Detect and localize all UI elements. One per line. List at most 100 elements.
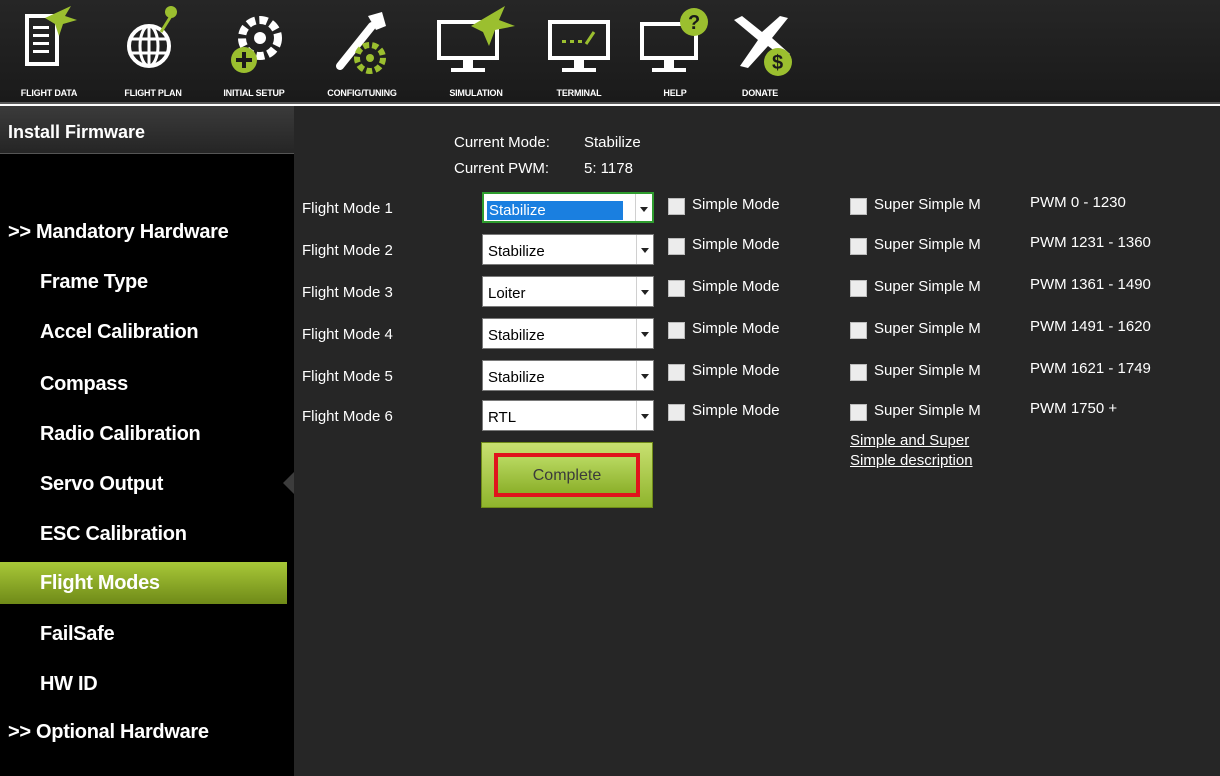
donate-icon: $ xyxy=(734,16,792,76)
sidebar-item-mandatory-hardware[interactable]: >> Mandatory Hardware xyxy=(0,212,287,252)
help-icon: ? xyxy=(640,8,708,72)
simple-description-link-line2[interactable]: Simple description xyxy=(850,452,973,469)
flight-mode-2-select[interactable]: Stabilize xyxy=(482,234,654,265)
pwm-range-3: PWM 1361 - 1490 xyxy=(1030,276,1151,293)
super-simple-4-checkbox[interactable] xyxy=(850,322,867,339)
pwm-range-6: PWM 1750 + xyxy=(1030,400,1118,417)
toolbar-flight-data-label: FLIGHT DATA xyxy=(20,88,78,98)
flight-mode-4-value: Stabilize xyxy=(488,327,545,344)
chevron-down-icon[interactable] xyxy=(636,319,653,348)
mission-planner-window: FLIGHT DATA FLIGHT PLAN INITIAL SETUP CO… xyxy=(0,0,1220,776)
super-simple-5-checkbox[interactable] xyxy=(850,364,867,381)
simple-mode-1-checkbox[interactable] xyxy=(668,198,685,215)
toolbar-flight-plan[interactable]: FLIGHT PLAN xyxy=(104,0,202,104)
super-simple-3-label: Super Simple M xyxy=(874,278,981,295)
toolbar-config-tuning[interactable]: CONFIG/TUNING xyxy=(308,0,416,104)
sidebar-item-radio-calibration[interactable]: Radio Calibration xyxy=(0,414,287,454)
sidebar-header[interactable]: Install Firmware xyxy=(0,106,294,154)
toolbar-terminal[interactable]: TERMINAL xyxy=(536,0,622,104)
chevron-down-icon[interactable] xyxy=(636,235,653,264)
simple-mode-5-checkbox[interactable] xyxy=(668,364,685,381)
sidebar-item-hw-id[interactable]: HW ID xyxy=(0,664,287,704)
toolbar-terminal-label: TERMINAL xyxy=(556,88,602,98)
sidebar-item-flight-modes[interactable]: Flight Modes xyxy=(0,562,287,604)
sidebar-item-label: Radio Calibration xyxy=(40,423,201,445)
simple-mode-4-checkbox[interactable] xyxy=(668,322,685,339)
simple-mode-3-checkbox[interactable] xyxy=(668,280,685,297)
toolbar-simulation[interactable]: SIMULATION xyxy=(428,0,524,104)
sidebar-item-compass[interactable]: Compass xyxy=(0,364,287,404)
flight-mode-4-select[interactable]: Stabilize xyxy=(482,318,654,349)
toolbar-help[interactable]: ? HELP xyxy=(636,0,714,104)
simulation-icon xyxy=(437,6,515,72)
setup-sidebar: Install Firmware >> Mandatory Hardware F… xyxy=(0,106,294,776)
sidebar-item-label: Flight Modes xyxy=(40,572,160,594)
current-pwm-label: Current PWM: xyxy=(454,160,550,177)
chevron-down-icon[interactable] xyxy=(636,401,653,430)
super-simple-4-label: Super Simple M xyxy=(874,320,981,337)
toolbar-donate-label: DONATE xyxy=(741,88,779,98)
complete-button[interactable]: Complete xyxy=(494,453,640,497)
super-simple-6-label: Super Simple M xyxy=(874,402,981,419)
simple-description-link-line1[interactable]: Simple and Super xyxy=(850,432,969,449)
sidebar-item-optional-hardware[interactable]: >> Optional Hardware xyxy=(0,712,287,752)
simple-mode-6-checkbox[interactable] xyxy=(668,404,685,421)
toolbar-flight-plan-label: FLIGHT PLAN xyxy=(124,88,182,98)
flight-mode-1-select[interactable]: Stabilize xyxy=(482,192,654,223)
toolbar-donate[interactable]: $ DONATE xyxy=(720,0,800,104)
super-simple-3-checkbox[interactable] xyxy=(850,280,867,297)
simple-mode-4-label: Simple Mode xyxy=(692,320,780,337)
simple-mode-2-label: Simple Mode xyxy=(692,236,780,253)
sidebar-item-accel-calibration[interactable]: Accel Calibration xyxy=(0,312,287,352)
chevron-down-icon[interactable] xyxy=(636,361,653,390)
flight-mode-3-select[interactable]: Loiter xyxy=(482,276,654,307)
current-mode-label: Current Mode: xyxy=(454,134,550,151)
sidebar-item-label: Compass xyxy=(40,373,128,395)
sidebar-item-label: Accel Calibration xyxy=(40,321,199,343)
super-simple-2-checkbox[interactable] xyxy=(850,238,867,255)
initial-setup-icon xyxy=(231,16,282,73)
pwm-range-4: PWM 1491 - 1620 xyxy=(1030,318,1151,335)
sidebar-header-label: Install Firmware xyxy=(8,122,146,142)
sidebar-item-label: ESC Calibration xyxy=(40,523,187,545)
chevron-down-icon[interactable] xyxy=(636,277,653,306)
sidebar-item-label: >> Mandatory Hardware xyxy=(8,221,229,243)
sidebar-item-label: Servo Output xyxy=(40,473,164,495)
toolbar-flight-data[interactable]: FLIGHT DATA xyxy=(4,0,94,104)
super-simple-2-label: Super Simple M xyxy=(874,236,981,253)
flight-mode-6-select[interactable]: RTL xyxy=(482,400,654,431)
flight-mode-3-label: Flight Mode 3 xyxy=(302,284,393,301)
flight-mode-5-label: Flight Mode 5 xyxy=(302,368,393,385)
current-mode-value: Stabilize xyxy=(584,134,641,151)
toolbar-simulation-label: SIMULATION xyxy=(449,88,503,98)
super-simple-1-label: Super Simple M xyxy=(874,196,981,213)
flight-mode-3-value: Loiter xyxy=(488,285,526,302)
super-simple-6-checkbox[interactable] xyxy=(850,404,867,421)
chevron-down-icon[interactable] xyxy=(635,194,652,221)
complete-button-frame: Complete xyxy=(481,442,653,508)
svg-text:?: ? xyxy=(688,12,700,34)
config-tuning-icon xyxy=(336,12,386,74)
simple-mode-3-label: Simple Mode xyxy=(692,278,780,295)
flight-data-icon xyxy=(25,6,77,66)
toolbar-initial-setup[interactable]: INITIAL SETUP xyxy=(204,0,304,104)
terminal-icon xyxy=(548,20,610,72)
sidebar-item-esc-calibration[interactable]: ESC Calibration xyxy=(0,514,287,554)
flight-mode-5-select[interactable]: Stabilize xyxy=(482,360,654,391)
simple-mode-5-label: Simple Mode xyxy=(692,362,780,379)
super-simple-1-checkbox[interactable] xyxy=(850,198,867,215)
flight-mode-2-value: Stabilize xyxy=(488,243,545,260)
simple-mode-2-checkbox[interactable] xyxy=(668,238,685,255)
sidebar-item-failsafe[interactable]: FailSafe xyxy=(0,614,287,654)
sidebar-item-servo-output[interactable]: Servo Output xyxy=(0,464,287,504)
current-pwm-value: 5: 1178 xyxy=(584,160,633,177)
sidebar-item-label: HW ID xyxy=(40,673,98,695)
sidebar-item-label: >> Optional Hardware xyxy=(8,721,209,743)
sidebar-item-frame-type[interactable]: Frame Type xyxy=(0,262,287,302)
sidebar-item-label: FailSafe xyxy=(40,623,115,645)
pwm-range-2: PWM 1231 - 1360 xyxy=(1030,234,1151,251)
flight-mode-1-label: Flight Mode 1 xyxy=(302,200,393,217)
complete-button-label: Complete xyxy=(532,467,602,484)
pwm-range-1: PWM 0 - 1230 xyxy=(1030,194,1126,211)
flight-modes-panel: Current Mode: Stabilize Current PWM: 5: … xyxy=(294,106,1220,776)
